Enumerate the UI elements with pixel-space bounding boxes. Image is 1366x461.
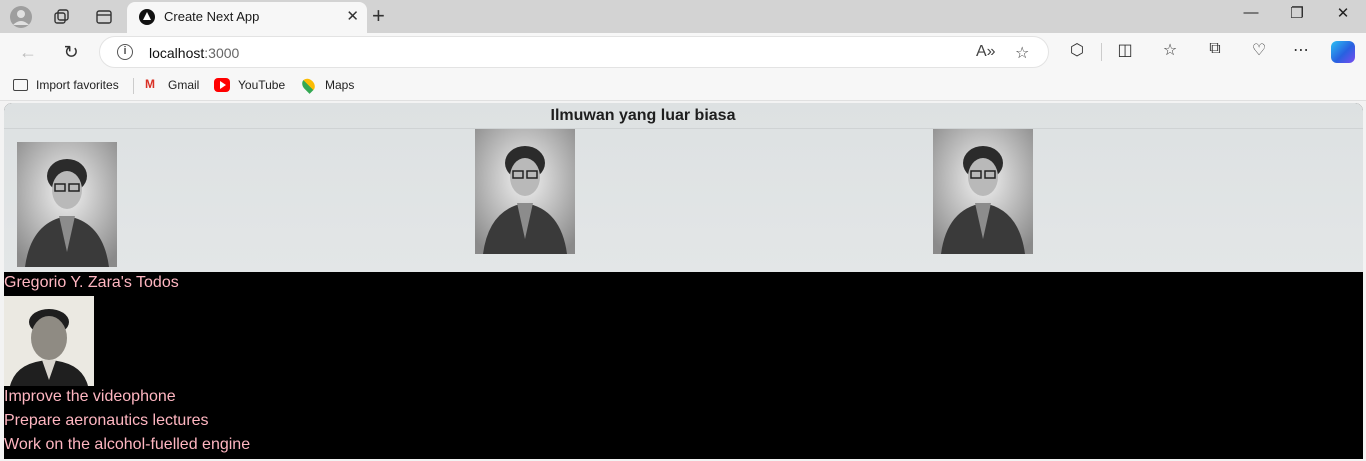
favorites-bar: Import favorites Gmail YouTube Maps (0, 71, 1366, 101)
nextjs-favicon-icon (139, 9, 155, 25)
bookmark-label: Gmail (168, 78, 200, 92)
bookmark-label: Import favorites (36, 78, 119, 92)
scientist-photo (475, 129, 575, 254)
restore-icon[interactable]: ❐ (1274, 4, 1320, 28)
tab-strip: Create Next App ✕ + — ❐ ✕ (0, 0, 1366, 33)
bookmark-maps[interactable]: Maps (299, 76, 355, 94)
back-icon[interactable]: ← (14, 39, 42, 65)
gallery-section: Ilmuwan yang luar biasa (4, 103, 1363, 272)
minimize-icon[interactable]: — (1228, 4, 1274, 28)
tab-create-next-app[interactable]: Create Next App ✕ (127, 2, 367, 33)
url-text[interactable]: localhost:3000 (149, 45, 239, 61)
toolbar-separator (1101, 43, 1102, 61)
browser-essentials-icon[interactable]: ♡ (1246, 40, 1272, 64)
workspaces-icon[interactable] (47, 4, 77, 30)
scientist-photo (17, 142, 117, 267)
gmail-icon (144, 77, 160, 92)
profile-icon[interactable] (6, 4, 36, 30)
close-tab-icon[interactable]: ✕ (346, 7, 359, 25)
address-bar[interactable]: i localhost:3000 A» ☆ (99, 36, 1049, 68)
todo-item: Prepare aeronautics lectures (4, 412, 209, 429)
bookmark-label: Maps (325, 78, 355, 92)
gregorio-zara-photo (4, 296, 94, 386)
todo-item: Work on the alcohol-fuelled engine (4, 436, 251, 453)
youtube-icon (214, 78, 230, 92)
refresh-icon[interactable]: ↻ (57, 39, 85, 65)
todo-item: Improve the videophone (4, 388, 176, 405)
bookmark-label: YouTube (238, 78, 286, 92)
favorites-icon[interactable]: ☆ (1157, 40, 1183, 64)
copilot-icon[interactable] (1331, 41, 1355, 63)
bookmark-divider (133, 78, 134, 94)
todo-list-title: Gregorio Y. Zara's Todos (4, 274, 179, 291)
scientist-photo (933, 129, 1033, 254)
site-info-icon[interactable]: i (117, 44, 133, 60)
import-icon (13, 79, 28, 91)
split-screen-icon[interactable]: ◫ (1112, 40, 1138, 64)
new-tab-icon[interactable]: + (372, 3, 385, 29)
tab-title: Create Next App (164, 9, 260, 24)
vertical-tabs-icon[interactable] (89, 4, 119, 30)
bookmark-gmail[interactable]: Gmail (144, 77, 200, 92)
extensions-icon[interactable]: ⬡ (1064, 40, 1090, 64)
read-aloud-icon[interactable]: A» (976, 43, 996, 61)
favorite-star-icon[interactable]: ☆ (1015, 43, 1029, 63)
gallery-title: Ilmuwan yang luar biasa (550, 107, 736, 124)
more-menu-icon[interactable]: ⋯ (1288, 40, 1314, 64)
gallery-divider (4, 128, 1363, 129)
window-close-icon[interactable]: ✕ (1320, 4, 1366, 28)
bookmark-import-favorites[interactable]: Import favorites (13, 78, 119, 92)
page-viewport: Ilmuwan yang luar biasa Gregorio Y. Zara… (4, 103, 1363, 459)
maps-icon (299, 76, 318, 94)
bookmark-youtube[interactable]: YouTube (214, 78, 285, 92)
navigation-bar: ← ↻ i localhost:3000 A» ☆ ⬡ ◫ ☆ ⧉ ♡ ⋯ (0, 33, 1366, 71)
collections-icon[interactable]: ⧉ (1202, 40, 1228, 64)
